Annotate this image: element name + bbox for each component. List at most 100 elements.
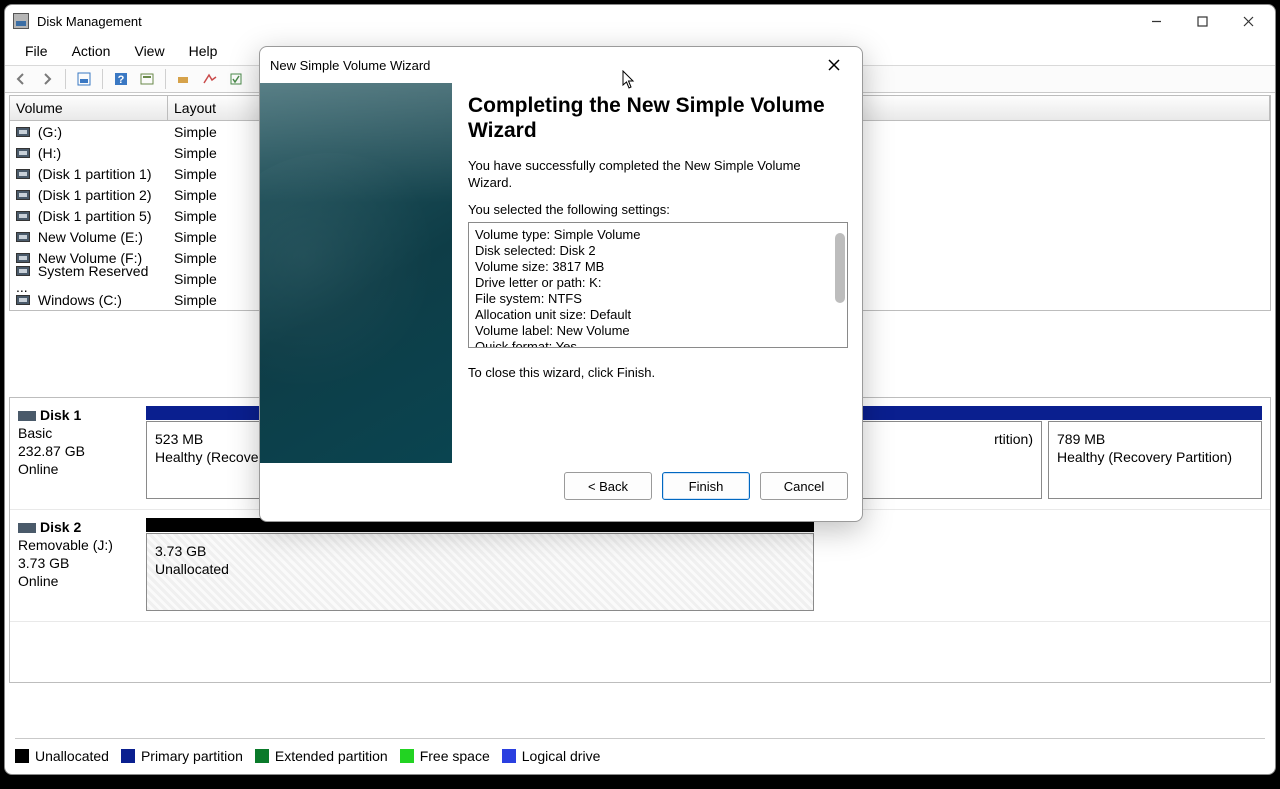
disk-row: Disk 2 Removable (J:) 3.73 GB Online 3.7… — [10, 510, 1270, 622]
minimize-button[interactable] — [1133, 5, 1179, 37]
partition-strip: 3.73 GB Unallocated — [146, 518, 814, 611]
disk-status: Online — [18, 460, 138, 478]
legend-extended: Extended partition — [255, 748, 388, 764]
col-layout[interactable]: Layout — [168, 96, 262, 120]
volume-layout: Simple — [168, 208, 223, 224]
new-simple-volume-wizard: New Simple Volume Wizard Completing the … — [259, 46, 863, 522]
app-icon — [13, 13, 29, 29]
app-title: Disk Management — [37, 14, 142, 29]
finish-button[interactable]: Finish — [662, 472, 750, 500]
volume-name: New Volume (E:) — [34, 229, 143, 245]
wizard-heading: Completing the New Simple Volume Wizard — [468, 93, 848, 143]
volume-layout: Simple — [168, 124, 223, 140]
menu-help[interactable]: Help — [177, 41, 230, 61]
volume-icon — [16, 190, 30, 200]
disk-info[interactable]: Disk 2 Removable (J:) 3.73 GB Online — [18, 518, 138, 611]
wizard-settings-label: You selected the following settings: — [468, 201, 848, 218]
partition-size: 789 MB — [1057, 430, 1253, 448]
volume-icon — [16, 266, 30, 276]
partition-status: Unallocated — [155, 560, 805, 578]
disk-size: 3.73 GB — [18, 554, 138, 572]
volume-name: (G:) — [34, 124, 62, 140]
partition-size: 3.73 GB — [155, 542, 805, 560]
legend-primary: Primary partition — [121, 748, 243, 764]
disk-icon — [18, 411, 36, 421]
volume-icon — [16, 148, 30, 158]
volume-layout: Simple — [168, 250, 223, 266]
volume-name: (Disk 1 partition 2) — [34, 187, 151, 203]
volume-icon — [16, 211, 30, 221]
disk-name: Disk 1 — [40, 407, 81, 423]
toolbar-btn-1[interactable] — [72, 68, 96, 90]
legend: Unallocated Primary partition Extended p… — [15, 738, 1265, 766]
svg-text:?: ? — [118, 74, 125, 86]
volume-icon — [16, 253, 30, 263]
help-icon[interactable]: ? — [109, 68, 133, 90]
menu-view[interactable]: View — [122, 41, 176, 61]
legend-unallocated: Unallocated — [15, 748, 109, 764]
volume-layout: Simple — [168, 187, 223, 203]
wizard-title: New Simple Volume Wizard — [270, 58, 430, 73]
wizard-main: Completing the New Simple Volume Wizard … — [452, 83, 862, 463]
setting-row: Allocation unit size: Default — [475, 307, 841, 323]
volume-icon — [16, 232, 30, 242]
scrollbar-thumb[interactable] — [835, 233, 845, 303]
wizard-body: Completing the New Simple Volume Wizard … — [260, 83, 862, 463]
mouse-cursor-icon — [622, 70, 637, 95]
wizard-settings-list[interactable]: Volume type: Simple Volume Disk selected… — [468, 222, 848, 348]
partition-status: Healthy (Recovery Partition) — [1057, 448, 1253, 466]
wizard-close-hint: To close this wizard, click Finish. — [468, 364, 848, 381]
setting-row: Volume type: Simple Volume — [475, 227, 841, 243]
col-volume[interactable]: Volume — [10, 96, 168, 120]
setting-row: Disk selected: Disk 2 — [475, 243, 841, 259]
legend-logical: Logical drive — [502, 748, 601, 764]
setting-row: Volume label: New Volume — [475, 323, 841, 339]
disk-type: Removable (J:) — [18, 536, 138, 554]
menu-action[interactable]: Action — [60, 41, 123, 61]
disk-info[interactable]: Disk 1 Basic 232.87 GB Online — [18, 406, 138, 499]
close-button[interactable] — [1225, 5, 1271, 37]
volume-icon — [16, 295, 30, 305]
wizard-intro: You have successfully completed the New … — [468, 157, 848, 191]
legend-free: Free space — [400, 748, 490, 764]
volume-layout: Simple — [168, 229, 223, 245]
disk-name: Disk 2 — [40, 519, 81, 535]
cancel-button[interactable]: Cancel — [760, 472, 848, 500]
back-button[interactable]: < Back — [564, 472, 652, 500]
volume-layout: Simple — [168, 145, 223, 161]
titlebar: Disk Management — [5, 5, 1275, 37]
maximize-button[interactable] — [1179, 5, 1225, 37]
menu-file[interactable]: File — [13, 41, 60, 61]
nav-forward-button[interactable] — [35, 68, 59, 90]
disk-icon — [18, 523, 36, 533]
disk-type: Basic — [18, 424, 138, 442]
wizard-close-button[interactable] — [814, 47, 854, 83]
volume-name: System Reserved ... — [16, 263, 148, 295]
wizard-sidebar-image — [260, 83, 452, 463]
wizard-footer: < Back Finish Cancel — [260, 463, 862, 521]
partition-unallocated[interactable]: 3.73 GB Unallocated — [146, 533, 814, 611]
toolbar-btn-4[interactable] — [172, 68, 196, 90]
nav-back-button[interactable] — [9, 68, 33, 90]
volume-layout: Simple — [168, 166, 223, 182]
toolbar-btn-6[interactable] — [224, 68, 248, 90]
wizard-titlebar[interactable]: New Simple Volume Wizard — [260, 47, 862, 83]
toolbar-btn-5[interactable] — [198, 68, 222, 90]
setting-row: Volume size: 3817 MB — [475, 259, 841, 275]
volume-name: (Disk 1 partition 1) — [34, 166, 151, 182]
disk-status: Online — [18, 572, 138, 590]
volume-name: Windows (C:) — [34, 292, 122, 308]
window-controls — [1133, 5, 1271, 37]
partition[interactable]: 789 MB Healthy (Recovery Partition) — [1048, 421, 1262, 499]
volume-name: (H:) — [34, 145, 61, 161]
volume-layout: Simple — [168, 271, 223, 287]
setting-row: Quick format: Yes — [475, 339, 841, 348]
disk-size: 232.87 GB — [18, 442, 138, 460]
toolbar-btn-3[interactable] — [135, 68, 159, 90]
setting-row: File system: NTFS — [475, 291, 841, 307]
volume-name: (Disk 1 partition 5) — [34, 208, 151, 224]
volume-icon — [16, 169, 30, 179]
volume-layout: Simple — [168, 292, 223, 308]
volume-icon — [16, 127, 30, 137]
setting-row: Drive letter or path: K: — [475, 275, 841, 291]
